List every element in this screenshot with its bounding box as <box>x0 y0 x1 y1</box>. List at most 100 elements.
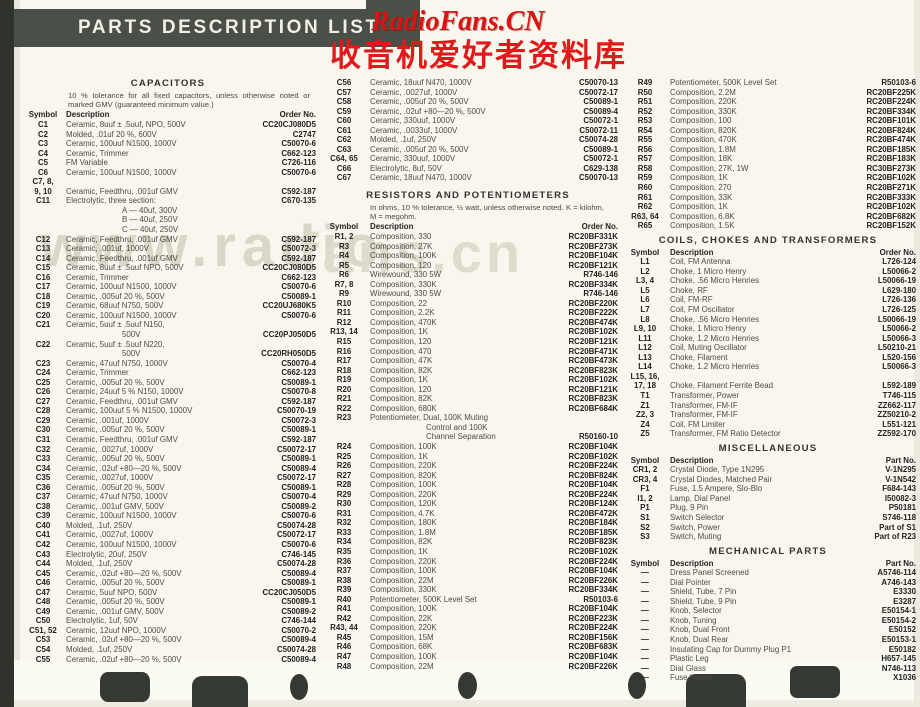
row-order-no: RC20BF823K <box>568 537 618 547</box>
table-row: C66 Electrolytic, 8uf, 50V C629-138 <box>318 164 618 174</box>
row-symbol: C40 <box>35 520 51 530</box>
row-symbol: C11 <box>35 196 51 206</box>
row-symbol: — <box>641 587 649 597</box>
watermark-chinese: 收音机爱好者资料库 <box>330 38 627 74</box>
row-order-no: E50154-2 <box>881 615 916 625</box>
table-row: C26 Ceramic, 24uuf 5 % N150, 1000V C50070-… <box>20 387 316 397</box>
row-description: Electrolytic, 20uf, 250V <box>66 549 147 559</box>
row-order-no: C50089-1 <box>281 454 316 464</box>
table-row: R42 Composition, 22K RC20BF223K <box>318 614 618 624</box>
table-row: R49 Potentiometer, 500K Level Set R50103-6 <box>620 78 916 88</box>
row-symbol: — <box>641 596 649 606</box>
row-order-no: R746-146 <box>583 270 618 280</box>
table-row: C48 Ceramic, .005uf 20 %, 500V C50089-1 <box>20 597 316 607</box>
table-row: C16 Ceramic, Trimmer C662-123 <box>20 273 316 283</box>
row-description: Composition, 18K <box>670 154 733 164</box>
row-order-no: L50210-21 <box>877 343 916 353</box>
row-order-no: RC20BF185K <box>568 527 618 537</box>
row-description: Control and 100K <box>426 422 488 432</box>
table-row: R3 Composition, 27K RC20BF273K <box>318 242 618 252</box>
row-symbol: 9, 10 <box>34 186 52 196</box>
row-symbol: R61 <box>637 192 653 202</box>
row-order-no: RC20BF273K <box>568 241 618 251</box>
table-row: CR1, 2 Crystal Diode, Type 1N295 V-1N295 <box>620 465 916 475</box>
table-row: R11 Composition, 2.2K RC20BF222K <box>318 308 618 318</box>
row-order-no: C592-187 <box>281 186 316 196</box>
table-row: C19 Ceramic, 68uuf N750, 500V CC20UJ680K5 <box>20 301 316 311</box>
row-order-no: L629-180 <box>882 285 916 295</box>
row-description: Composition, 180K <box>370 518 437 528</box>
row-order-no: C50070-6 <box>281 540 316 550</box>
table-row: R16 Composition, 470 RC20BF471K <box>318 347 618 357</box>
row-order-no: RC20BF104K <box>568 566 618 576</box>
row-order-no: C50070-13 <box>578 78 618 87</box>
row-description: Ceramic, Feedthru, .001uf GMV <box>66 396 178 406</box>
row-symbol: I1, 2 <box>637 493 653 503</box>
row-description: Wirewound, 330 5W <box>370 270 442 280</box>
row-description: Choke, .56 Micro Henries <box>670 314 760 324</box>
row-order-no: C50089-4 <box>281 654 316 664</box>
table-row: — Shield, Tube, 7 Pin E3330 <box>620 587 916 597</box>
table-row: R1, 2 Composition, 330 RC20BF331K <box>318 232 618 242</box>
table-row: Z1 Transformer, FM-IF ZZ662-117 <box>620 401 916 411</box>
table-row: R48 Composition, 22M RC20BF226K <box>318 662 618 672</box>
row-description: Choke, Filament <box>670 352 728 362</box>
row-symbol: C28 <box>35 406 51 416</box>
mechanical-section-title: MECHANICAL PARTS <box>709 545 827 557</box>
capacitors-continued-rows: C56 Ceramic, 18uuf N470, 1000V C50070-13 C5… <box>318 78 618 183</box>
row-order-no: RC20BF225K <box>866 87 916 97</box>
table-row: C30 Ceramic, .005uf 20 %, 500V C50089-1 <box>20 425 316 435</box>
coils-rows: L1 Coil, FM Antenna L726-124 L2 Choke, 1 Mic… <box>620 257 916 438</box>
row-description: Composition, 1K <box>370 327 428 337</box>
table-row: R5 Composition, 120 RC20BF121K <box>318 261 618 271</box>
row-description: Transformer, FM-IF <box>670 400 738 410</box>
table-row: R43, 44 Composition, 220K RC20BF224K <box>318 623 618 633</box>
row-symbol: R37 <box>336 566 352 576</box>
row-order-no: R50160-10 <box>578 432 618 442</box>
table-row: C64, 65 Ceramic, 330uuf, 1000V C50072-1 <box>318 154 618 164</box>
row-description: Ceramic, 100uuf N1500, 1000V <box>66 310 177 320</box>
row-symbol: R30 <box>336 499 352 509</box>
row-order-no: RC20BF334K <box>568 279 618 289</box>
row-symbol: C64, 65 <box>330 154 358 164</box>
table-row: R65 Composition, 1.5K RC20BF152K <box>620 221 916 231</box>
row-symbol <box>318 432 370 442</box>
row-order-no: Part of R23 <box>874 532 916 542</box>
row-order-no <box>234 215 316 225</box>
row-order-no: RC20BF223K <box>568 613 618 623</box>
row-order-no: C50074-28 <box>276 645 316 655</box>
header-description: Description <box>370 222 414 232</box>
table-row: R23 Potentiometer, Dual, 100K Muting <box>318 413 618 423</box>
row-symbol: C51, 52 <box>29 625 57 635</box>
row-order-no: C50070-4 <box>281 358 316 368</box>
row-order-no: E50182 <box>888 644 916 654</box>
row-description: Composition, 270 <box>670 183 732 193</box>
row-order-no: C50074-28 <box>578 135 618 145</box>
row-order-no: C670-135 <box>281 196 316 206</box>
table-row: A — 40uf, 300V <box>20 206 316 216</box>
row-description: Ceramic, 330uuf, 1000V <box>370 116 456 126</box>
table-row: C36 Ceramic, .005uf 20 %, 500V C50089-1 <box>20 483 316 493</box>
row-symbol: R45 <box>336 632 352 642</box>
table-row: — Knob, Dual Front E50152 <box>620 625 916 635</box>
row-description: Ceramic, 100uuf N1500, 1000V <box>66 540 177 550</box>
row-symbol: R62 <box>637 202 653 212</box>
column-two: C56 Ceramic, 18uuf N470, 1000V C50070-13 C5… <box>318 78 618 671</box>
row-order-no: T746-115 <box>882 390 916 400</box>
row-order-no: C50070-6 <box>281 282 316 292</box>
row-symbol: C60 <box>336 116 352 126</box>
row-symbol: Z4 <box>640 419 650 429</box>
row-description: Composition, 1.8M <box>670 144 736 154</box>
row-order-no: RC20BF156K <box>568 632 618 642</box>
table-row: S1 Switch Selector S746-118 <box>620 513 916 523</box>
row-symbol: R56 <box>637 144 653 154</box>
row-order-no: C662-123 <box>281 148 316 158</box>
row-order-no: L520-156 <box>882 352 916 362</box>
row-description: Ceramic, 100uuf N1500, 1000V <box>66 139 177 149</box>
table-row: R38 Composition, 22M RC20BF226K <box>318 576 618 586</box>
table-row: C14 Ceramic, Feedthru, .001uf GMV C592-187 <box>20 254 316 264</box>
row-description: Composition, 120 <box>370 384 432 394</box>
row-symbol: — <box>641 634 649 644</box>
row-symbol: R15 <box>336 336 352 346</box>
